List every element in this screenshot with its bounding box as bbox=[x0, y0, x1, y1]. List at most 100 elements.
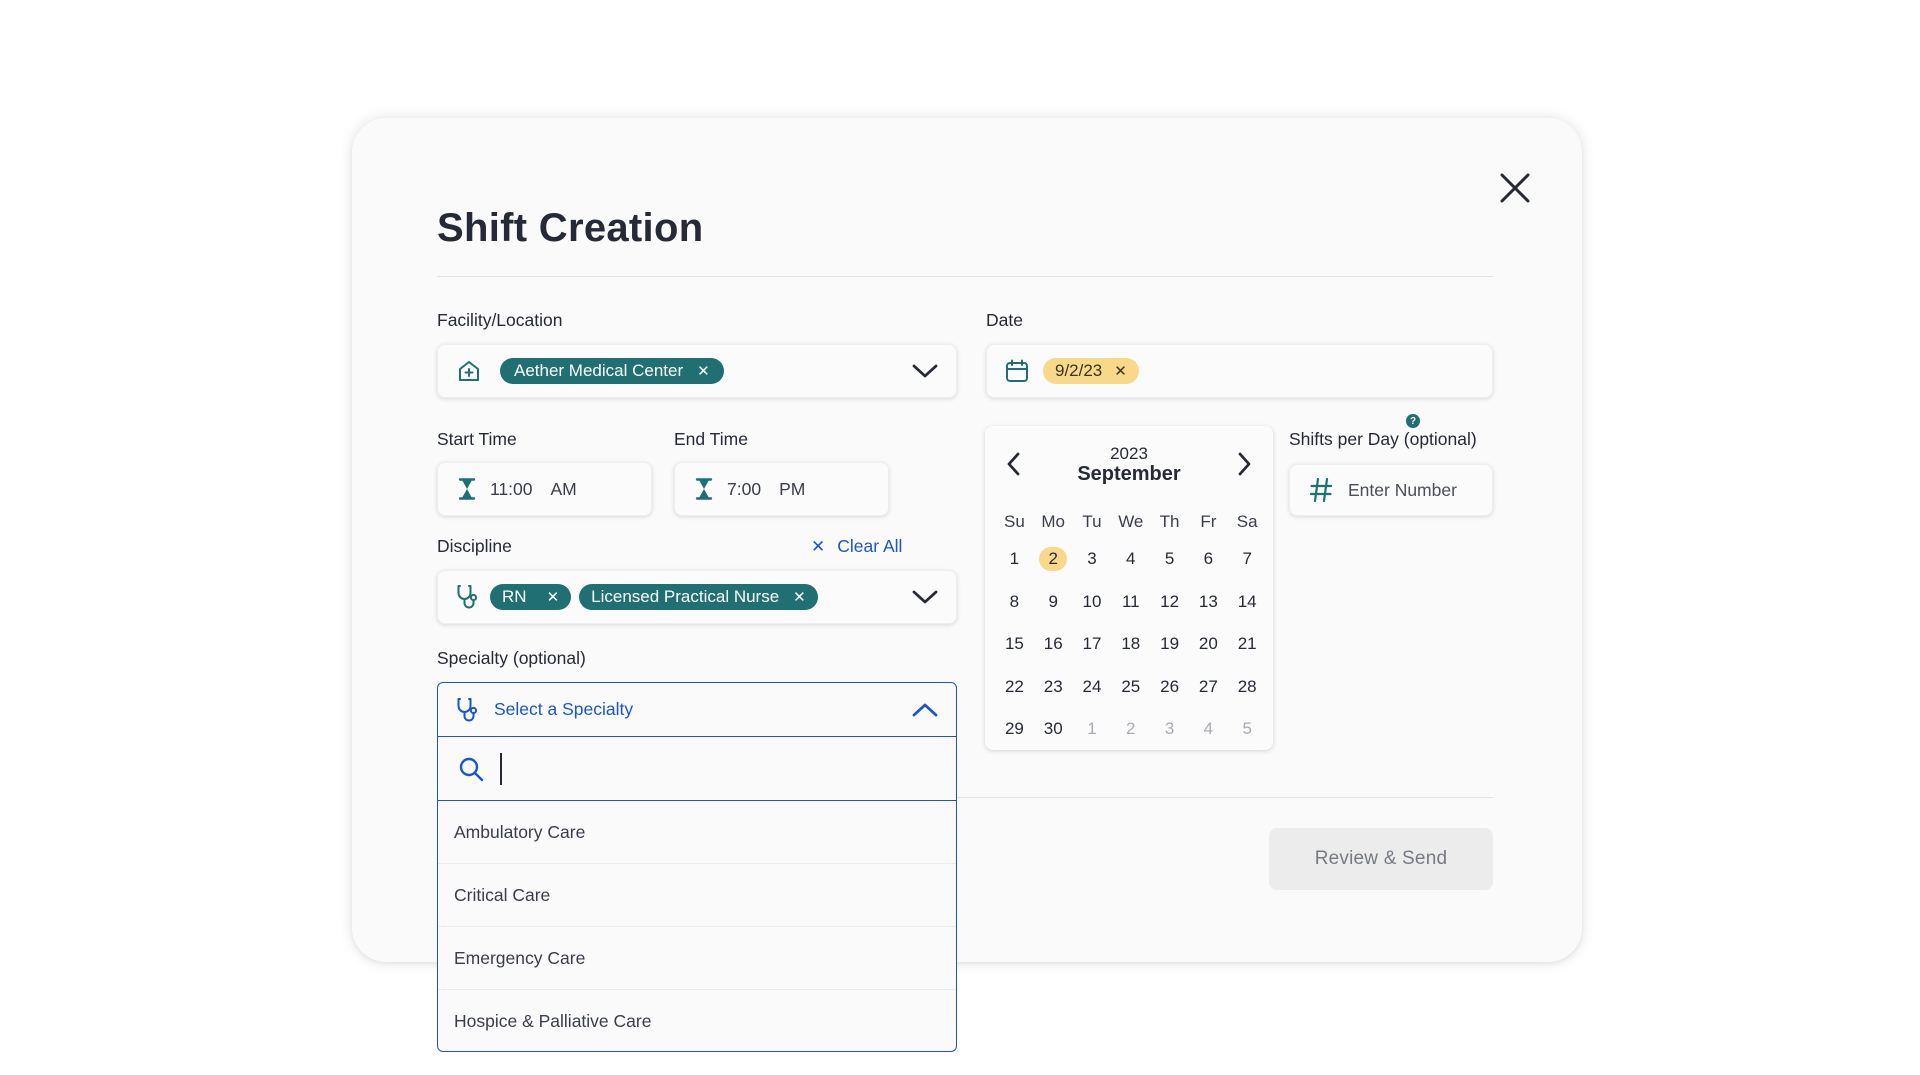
help-icon[interactable]: ? bbox=[1406, 414, 1420, 428]
calendar-day[interactable]: 21 bbox=[1228, 623, 1267, 666]
hourglass-icon bbox=[458, 478, 476, 500]
page-title: Shift Creation bbox=[437, 206, 704, 250]
weekday-label: Tu bbox=[1082, 512, 1102, 531]
date-label: Date bbox=[986, 310, 1023, 330]
calendar-day[interactable]: 8 bbox=[995, 581, 1034, 624]
calendar-day[interactable]: 10 bbox=[1073, 581, 1112, 624]
calendar-day[interactable]: 1 bbox=[995, 538, 1034, 581]
chevron-right-icon bbox=[1238, 452, 1251, 476]
calendar-day-next-month[interactable]: 2 bbox=[1111, 708, 1150, 751]
stethoscope-icon bbox=[456, 697, 480, 723]
remove-date-icon[interactable]: ✕ bbox=[1114, 364, 1127, 379]
calendar-day[interactable]: 13 bbox=[1189, 581, 1228, 624]
chevron-down-icon[interactable] bbox=[912, 589, 938, 605]
calendar-day[interactable]: 16 bbox=[1034, 623, 1073, 666]
title-divider bbox=[437, 276, 1493, 277]
calendar-day[interactable]: 28 bbox=[1228, 666, 1267, 709]
specialty-option[interactable]: Critical Care bbox=[438, 864, 956, 927]
calendar-month: September bbox=[1077, 463, 1181, 485]
calendar-day[interactable]: 22 bbox=[995, 666, 1034, 709]
facility-chip-label: Aether Medical Center bbox=[514, 361, 684, 380]
end-time-label: End Time bbox=[674, 429, 748, 449]
end-time-value: 7:00 bbox=[727, 478, 762, 499]
remove-facility-icon[interactable]: ✕ bbox=[697, 364, 710, 379]
calendar-day-next-month[interactable]: 3 bbox=[1150, 708, 1189, 751]
hourglass-icon bbox=[695, 478, 713, 500]
chevron-up-icon[interactable] bbox=[912, 702, 938, 718]
weekday-label: We bbox=[1118, 512, 1144, 531]
review-send-button[interactable]: Review & Send bbox=[1269, 828, 1493, 890]
date-chip[interactable]: 9/2/23 ✕ bbox=[1043, 358, 1139, 384]
calendar-day[interactable]: 23 bbox=[1034, 666, 1073, 709]
calendar-day[interactable]: 25 bbox=[1111, 666, 1150, 709]
calendar-day-selected[interactable]: 2 bbox=[1034, 538, 1073, 581]
calendar-day[interactable]: 7 bbox=[1228, 538, 1267, 581]
calendar-day[interactable]: 12 bbox=[1150, 581, 1189, 624]
specialty-option[interactable]: Ambulatory Care bbox=[438, 801, 956, 864]
close-icon bbox=[1500, 173, 1530, 203]
calendar-day[interactable]: 26 bbox=[1150, 666, 1189, 709]
calendar-day-next-month[interactable]: 4 bbox=[1189, 708, 1228, 751]
weekday-label: Th bbox=[1159, 512, 1180, 531]
calendar-day[interactable]: 6 bbox=[1189, 538, 1228, 581]
chevron-down-icon[interactable] bbox=[912, 363, 938, 379]
calendar-day[interactable]: 20 bbox=[1189, 623, 1228, 666]
calendar-day[interactable]: 27 bbox=[1189, 666, 1228, 709]
calendar-day[interactable]: 30 bbox=[1034, 708, 1073, 751]
discipline-chip-lpn[interactable]: Licensed Practical Nurse ✕ bbox=[579, 584, 818, 610]
specialty-option[interactable]: Emergency Care bbox=[438, 927, 956, 990]
shifts-per-day-input[interactable]: Enter Number bbox=[1289, 464, 1493, 516]
calendar-day[interactable]: 17 bbox=[1073, 623, 1112, 666]
specialty-select[interactable]: Select a Specialty bbox=[438, 683, 956, 737]
search-icon bbox=[458, 756, 484, 782]
next-month-button[interactable] bbox=[1233, 450, 1257, 478]
discipline-chip-label: Licensed Practical Nurse bbox=[591, 587, 780, 606]
date-chip-label: 9/2/23 bbox=[1055, 361, 1103, 380]
calendar-day[interactable]: 14 bbox=[1228, 581, 1267, 624]
specialty-label: Specialty (optional) bbox=[437, 648, 586, 668]
calendar-day[interactable]: 24 bbox=[1073, 666, 1112, 709]
weekday-label: Su bbox=[1004, 512, 1025, 531]
calendar-day[interactable]: 3 bbox=[1073, 538, 1112, 581]
specialty-search-input[interactable] bbox=[438, 737, 956, 801]
clear-all-label: Clear All bbox=[837, 536, 903, 556]
start-time-label: Start Time bbox=[437, 429, 517, 449]
remove-lpn-icon[interactable]: ✕ bbox=[793, 590, 806, 605]
calendar-day[interactable]: 11 bbox=[1111, 581, 1150, 624]
calendar-day-next-month[interactable]: 1 bbox=[1073, 708, 1112, 751]
calendar-day[interactable]: 18 bbox=[1111, 623, 1150, 666]
date-field[interactable]: 9/2/23 ✕ bbox=[986, 344, 1493, 398]
home-plus-icon bbox=[456, 358, 482, 384]
remove-rn-icon[interactable]: ✕ bbox=[547, 590, 560, 605]
calendar-day[interactable]: 19 bbox=[1150, 623, 1189, 666]
calendar-day[interactable]: 29 bbox=[995, 708, 1034, 751]
specialty-placeholder: Select a Specialty bbox=[494, 699, 634, 719]
close-icon: ✕ bbox=[811, 536, 826, 556]
text-cursor bbox=[500, 752, 502, 785]
start-time-field[interactable]: 11:00 AM bbox=[437, 462, 652, 516]
facility-chip[interactable]: Aether Medical Center ✕ bbox=[500, 358, 724, 384]
stethoscope-icon bbox=[456, 584, 480, 610]
calendar-year: 2023 bbox=[1110, 444, 1148, 463]
discipline-label: Discipline bbox=[437, 536, 512, 556]
start-time-ampm[interactable]: AM bbox=[551, 479, 577, 500]
facility-select[interactable]: Aether Medical Center ✕ bbox=[437, 344, 957, 398]
specialty-option[interactable]: Hospice & Palliative Care bbox=[438, 990, 956, 1051]
discipline-select[interactable]: RN ✕ Licensed Practical Nurse ✕ bbox=[437, 570, 957, 624]
hash-icon bbox=[1310, 478, 1332, 502]
weekday-label: Mo bbox=[1041, 512, 1065, 531]
shifts-per-day-placeholder: Enter Number bbox=[1348, 479, 1457, 500]
shift-creation-modal: Shift Creation Facility/Location Aether … bbox=[352, 118, 1582, 1052]
calendar-day[interactable]: 4 bbox=[1111, 538, 1150, 581]
discipline-chip-rn[interactable]: RN ✕ bbox=[490, 584, 572, 610]
calendar-day-next-month[interactable]: 5 bbox=[1228, 708, 1267, 751]
end-time-ampm[interactable]: PM bbox=[779, 479, 805, 500]
calendar-day[interactable]: 5 bbox=[1150, 538, 1189, 581]
calendar-day[interactable]: 15 bbox=[995, 623, 1034, 666]
weekday-label: Sa bbox=[1236, 512, 1258, 531]
end-time-field[interactable]: 7:00 PM bbox=[674, 462, 889, 516]
calendar-day[interactable]: 9 bbox=[1034, 581, 1073, 624]
calendar-grid: Su Mo Tu We Th Fr Sa 1 2 3 4 5 6 7 8 9 10 11 12 13 14 15 16 17 1… bbox=[995, 506, 1267, 751]
clear-all-button[interactable]: ✕ Clear All bbox=[811, 536, 902, 557]
close-button[interactable] bbox=[1495, 168, 1535, 208]
